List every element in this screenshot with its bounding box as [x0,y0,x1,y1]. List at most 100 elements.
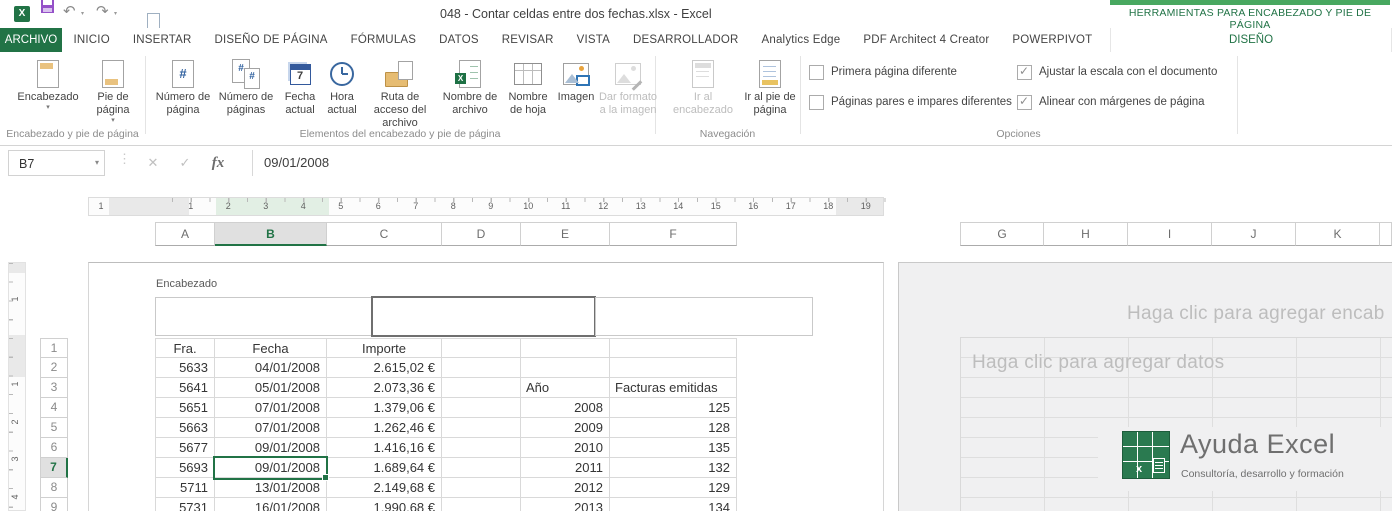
tab-datos[interactable]: DATOS [428,28,491,52]
checkbox-ajustar-escala[interactable]: Ajustar la escala con el documento [1017,64,1217,80]
column-header-partial[interactable] [1380,222,1392,246]
checkbox-paginas-pares-impares[interactable]: Páginas pares e impares diferentes [809,94,1012,110]
cell-C3[interactable]: 2.073,36 € [327,378,442,397]
tab-formulas[interactable]: FÓRMULAS [339,28,428,52]
formula-input[interactable]: 09/01/2008 [252,150,1392,176]
cell-C9[interactable]: 1.990,68 € [327,498,442,511]
column-header-J[interactable]: J [1212,222,1296,246]
cell-E3[interactable]: Año [521,378,610,397]
cell-E4[interactable]: 2008 [521,398,610,417]
tab-inicio[interactable]: INICIO [62,28,121,52]
row-header-7[interactable]: 7 [40,458,68,478]
cell-E6[interactable]: 2010 [521,438,610,457]
tab-powerpivot[interactable]: POWERPIVOT [1001,28,1104,52]
cell-F5[interactable]: 128 [610,418,737,437]
cell-C6[interactable]: 1.416,16 € [327,438,442,457]
tab-insertar[interactable]: INSERTAR [121,28,203,52]
column-header-A[interactable]: A [155,222,215,246]
column-header-C[interactable]: C [327,222,442,246]
cell-A5[interactable]: 5663 [155,418,215,437]
cell-F3[interactable]: Facturas emitidas [610,378,737,397]
cell-B9[interactable]: 16/01/2008 [215,498,327,511]
undo-chevron-icon[interactable]: ▾ [81,10,84,17]
selected-cell-border[interactable] [213,456,329,481]
cell-D2[interactable] [442,358,521,377]
redo-icon[interactable]: ↷ [96,4,109,20]
row-header-6[interactable]: 6 [40,438,68,458]
name-box[interactable]: B7 ▾ [8,150,105,176]
cell-D7[interactable] [442,458,521,477]
current-time-button[interactable]: Hora actual [322,57,362,117]
page-2-header-placeholder[interactable]: Haga clic para agregar encab [1127,303,1385,325]
cell-D1[interactable] [442,339,521,357]
chevron-down-icon[interactable]: ▾ [95,151,99,175]
row-header-9[interactable]: 9 [40,498,68,511]
cell-D8[interactable] [442,478,521,497]
column-header-K[interactable]: K [1296,222,1380,246]
cell-F2[interactable] [610,358,737,377]
column-header-E[interactable]: E [521,222,610,246]
row-header-8[interactable]: 8 [40,478,68,498]
column-header-H[interactable]: H [1044,222,1128,246]
cell-B2[interactable]: 04/01/2008 [215,358,327,377]
cell-E2[interactable] [521,358,610,377]
current-date-button[interactable]: Fecha actual [278,57,322,117]
cell-F4[interactable]: 125 [610,398,737,417]
cell-A1[interactable]: Fra. [155,339,215,357]
page-2-data-placeholder[interactable]: Haga clic para agregar datos [972,352,1224,374]
cell-B3[interactable]: 05/01/2008 [215,378,327,397]
picture-button[interactable]: Imagen [554,57,598,104]
go-to-footer-button[interactable]: Ir al pie de página [740,57,800,117]
cell-B6[interactable]: 09/01/2008 [215,438,327,457]
row-header-5[interactable]: 5 [40,418,68,438]
undo-icon[interactable]: ↶ [63,4,76,20]
horizontal-ruler[interactable]: 1 1 2 3 4 5 6 7 8 9 10 11 12 13 14 15 16 17 18 19 [88,197,886,216]
header-section-left[interactable] [155,297,372,336]
cell-E8[interactable]: 2012 [521,478,610,497]
checkbox-primera-pagina-diferente[interactable]: Primera página diferente [809,64,957,80]
fill-handle[interactable] [322,474,329,481]
cell-A2[interactable]: 5633 [155,358,215,377]
column-header-D[interactable]: D [442,222,521,246]
cell-C5[interactable]: 1.262,46 € [327,418,442,437]
sheet-name-button[interactable]: Nombre de hoja [502,57,554,117]
tab-analytics-edge[interactable]: Analytics Edge [750,28,852,52]
row-header-2[interactable]: 2 [40,358,68,378]
cell-E5[interactable]: 2009 [521,418,610,437]
cell-F1[interactable] [610,339,737,357]
cell-E9[interactable]: 2013 [521,498,610,511]
row-header-3[interactable]: 3 [40,378,68,398]
cell-B5[interactable]: 07/01/2008 [215,418,327,437]
new-document-icon[interactable] [147,13,160,29]
tab-vista[interactable]: VISTA [565,28,621,52]
file-name-button[interactable]: Nombre de archivo [438,57,502,117]
cell-E7[interactable]: 2011 [521,458,610,477]
tab-archivo[interactable]: ARCHIVO [0,28,62,52]
cell-D4[interactable] [442,398,521,417]
cell-A7[interactable]: 5693 [155,458,215,477]
cell-B8[interactable]: 13/01/2008 [215,478,327,497]
header-button[interactable]: Encabezado ▾ [14,57,82,112]
cell-E1[interactable] [521,339,610,357]
redo-chevron-icon[interactable]: ▾ [114,10,117,17]
column-header-F[interactable]: F [610,222,737,246]
column-header-I[interactable]: I [1128,222,1212,246]
excel-logo-icon[interactable]: X [14,6,30,22]
column-header-B[interactable]: B [215,222,327,246]
cell-B4[interactable]: 07/01/2008 [215,398,327,417]
vertical-ruler[interactable]: 1 1 2 3 4 [8,262,26,511]
cell-F7[interactable]: 132 [610,458,737,477]
save-icon[interactable] [41,0,54,13]
number-of-pages-button[interactable]: Número de páginas [214,57,278,117]
tab-desarrollador[interactable]: DESARROLLADOR [622,28,751,52]
cell-A4[interactable]: 5651 [155,398,215,417]
cell-C4[interactable]: 1.379,06 € [327,398,442,417]
cell-C8[interactable]: 2.149,68 € [327,478,442,497]
row-header-1[interactable]: 1 [40,338,68,358]
header-section-center[interactable] [371,296,596,337]
cell-A6[interactable]: 5677 [155,438,215,457]
checkbox-alinear-margenes[interactable]: Alinear con márgenes de página [1017,94,1205,110]
cell-D6[interactable] [442,438,521,457]
column-header-G[interactable]: G [960,222,1044,246]
header-section-right[interactable] [595,297,813,336]
